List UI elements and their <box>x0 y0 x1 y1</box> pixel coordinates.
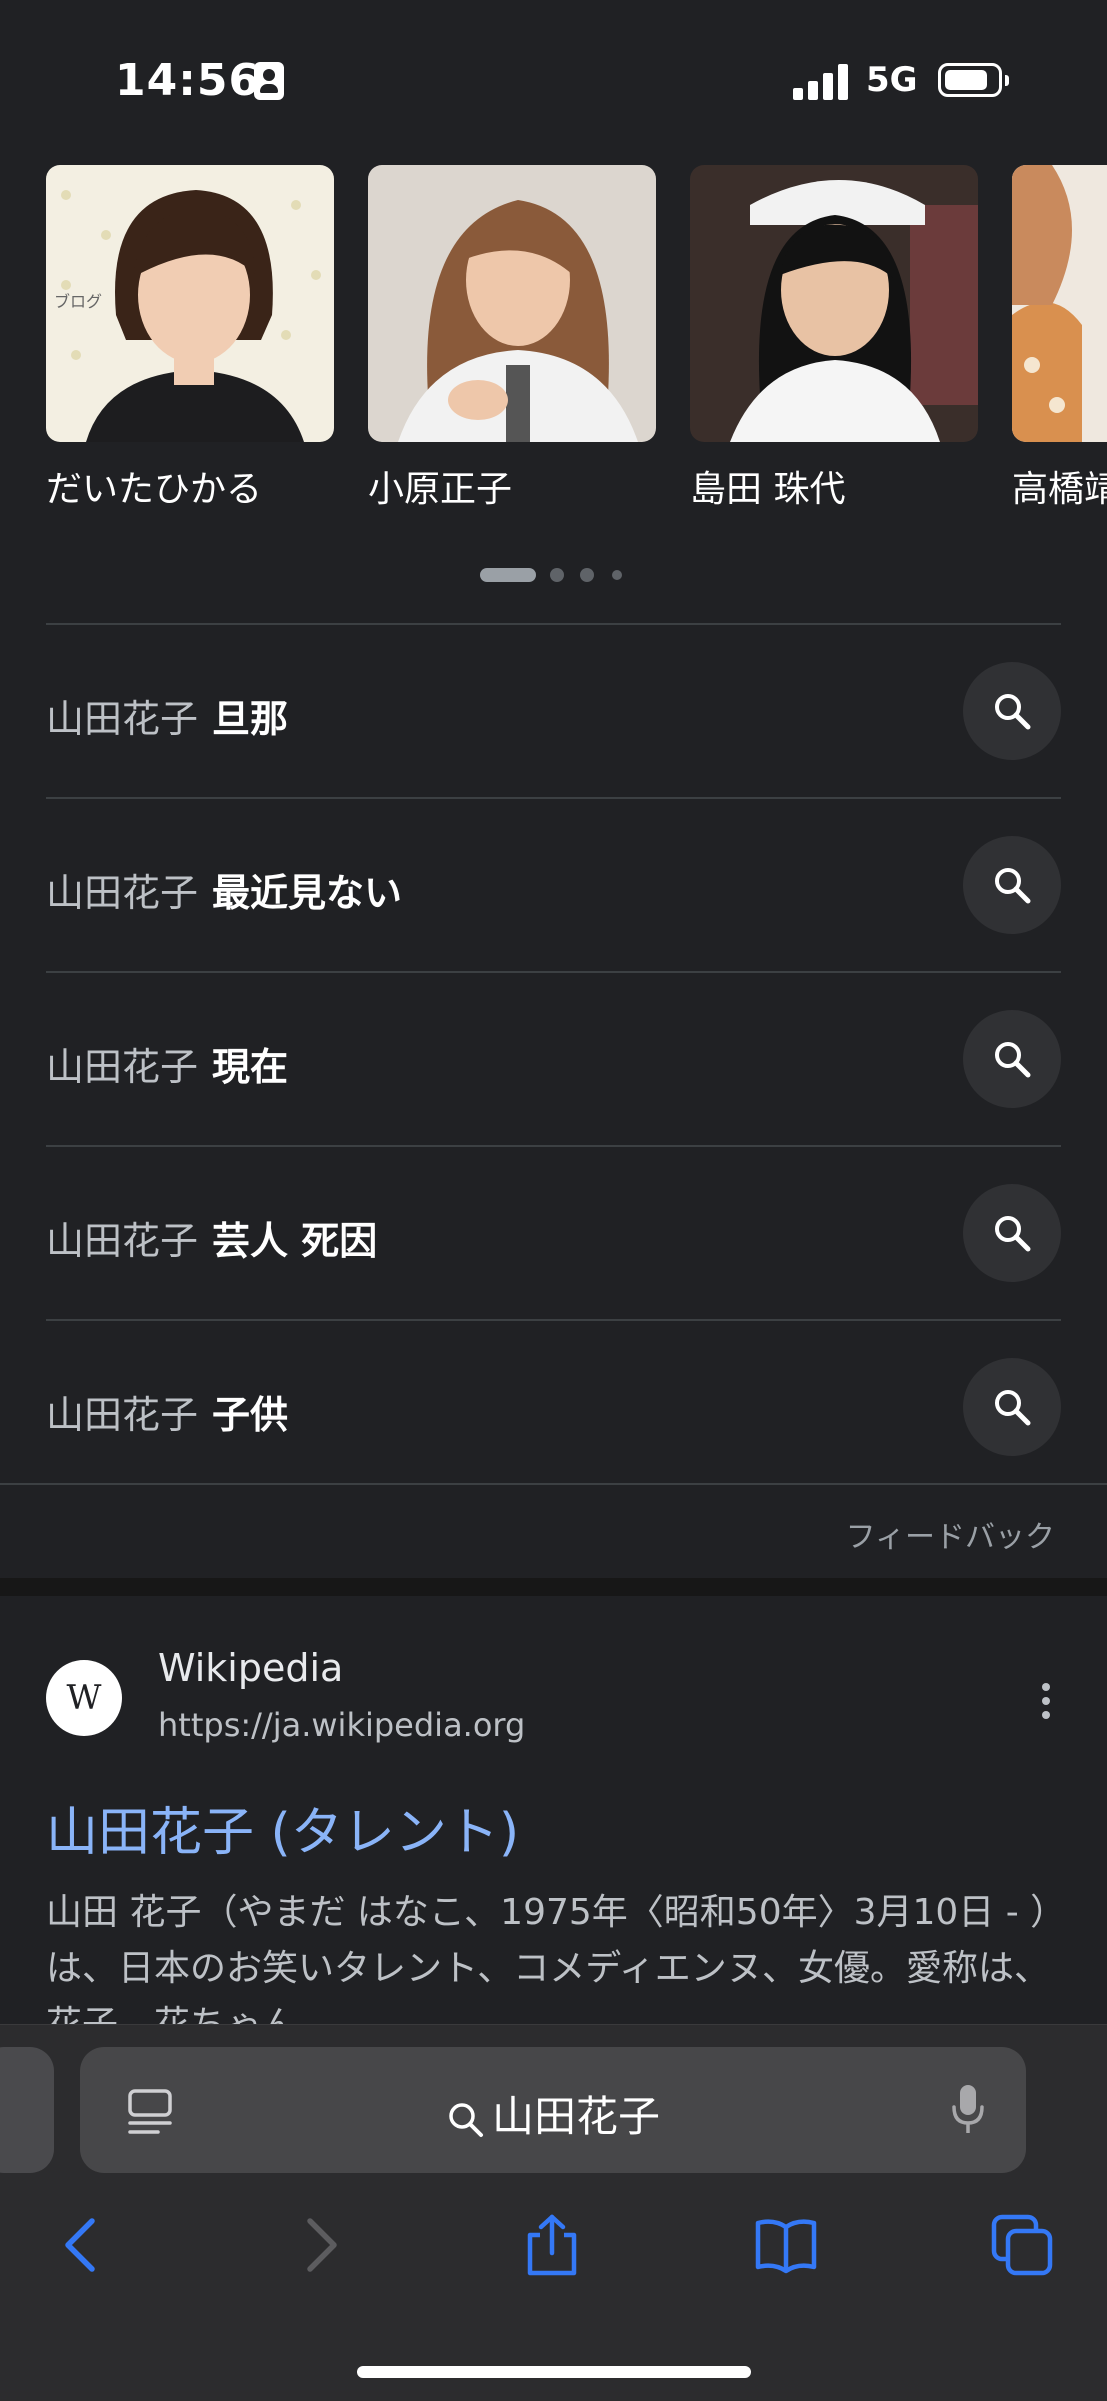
search-button[interactable] <box>963 662 1061 760</box>
related-search-item[interactable]: 山田花子 最近見ない <box>46 797 1061 971</box>
search-icon <box>995 694 1031 730</box>
section-divider <box>0 1483 1107 1485</box>
people-carousel[interactable]: ブログ だいたひかる 小原正子 島田 珠代 高橋靖 <box>0 165 1107 565</box>
person-name: だいたひかる <box>46 469 263 510</box>
site-favicon: W <box>46 1660 122 1736</box>
related-search-item[interactable]: 山田花子 芸人 死因 <box>46 1145 1061 1319</box>
related-search-suffix: 子供 <box>212 1393 289 1437</box>
search-query: 山田花子 <box>491 2092 660 2141</box>
related-search-suffix: 最近見ない <box>212 871 403 915</box>
site-name[interactable]: Wikipedia <box>158 1646 343 1690</box>
search-icon <box>449 2102 483 2137</box>
person-photo <box>690 165 978 442</box>
person-photo <box>368 165 656 442</box>
previous-tab-preview[interactable] <box>0 2047 54 2173</box>
person-name: 高橋靖 <box>1012 469 1107 510</box>
search-button[interactable] <box>963 1358 1061 1456</box>
person-card[interactable]: ブログ だいたひかる <box>46 165 334 512</box>
chevron-left-icon[interactable] <box>50 2213 114 2277</box>
site-url[interactable]: https://ja.wikipedia.org <box>158 1706 525 1744</box>
person-card[interactable]: 高橋靖 <box>1012 165 1107 512</box>
search-icon <box>995 1216 1031 1252</box>
result-title-link[interactable]: 山田花子 (タレント) <box>46 1790 519 1865</box>
person-card[interactable]: 島田 珠代 <box>690 165 978 512</box>
search-button[interactable] <box>963 1010 1061 1108</box>
svg-text:ブログ: ブログ <box>54 292 102 311</box>
share-icon[interactable] <box>520 2213 584 2277</box>
chevron-right-icon[interactable] <box>288 2213 352 2277</box>
related-searches: 山田花子 旦那 山田花子 最近見ない 山田花子 現在 山田花子 芸人 死因 山田花子 子供 <box>46 623 1061 1493</box>
search-icon <box>995 868 1031 904</box>
section-gap <box>0 1578 1107 1596</box>
network-type: 5G <box>866 60 918 100</box>
home-indicator[interactable] <box>357 2366 751 2378</box>
address-bar-text[interactable]: 山田花子 <box>80 2083 1026 2144</box>
related-search-item[interactable]: 山田花子 現在 <box>46 971 1061 1145</box>
person-name: 小原正子 <box>368 469 513 510</box>
address-bar[interactable]: 山田花子 <box>80 2047 1026 2173</box>
feedback-link[interactable]: フィードバック <box>846 1512 1055 1556</box>
person-card[interactable]: 小原正子 <box>368 165 656 512</box>
battery-icon <box>938 63 1009 97</box>
book-icon[interactable] <box>754 2213 818 2277</box>
person-name: 島田 珠代 <box>690 469 846 510</box>
related-search-item[interactable]: 山田花子 子供 <box>46 1319 1061 1493</box>
person-photo: ブログ <box>46 165 334 442</box>
search-button[interactable] <box>963 1184 1061 1282</box>
browser-toolbar: 山田花子 <box>0 2024 1107 2401</box>
person-photo <box>1012 165 1107 442</box>
related-search-suffix: 芸人 死因 <box>212 1219 378 1263</box>
related-search-suffix: 現在 <box>212 1045 289 1089</box>
search-button[interactable] <box>963 836 1061 934</box>
contact-card-icon <box>254 62 284 100</box>
more-options-icon[interactable] <box>1036 1683 1056 1723</box>
status-bar: 14:56 5G <box>0 0 1107 150</box>
microphone-icon[interactable] <box>950 2083 986 2135</box>
search-icon <box>995 1390 1031 1426</box>
search-icon <box>995 1042 1031 1078</box>
clock: 14:56 <box>115 55 261 106</box>
tabs-icon[interactable] <box>990 2213 1054 2277</box>
signal-icon <box>793 64 849 100</box>
related-search-item[interactable]: 山田花子 旦那 <box>46 623 1061 797</box>
related-search-suffix: 旦那 <box>212 697 289 741</box>
